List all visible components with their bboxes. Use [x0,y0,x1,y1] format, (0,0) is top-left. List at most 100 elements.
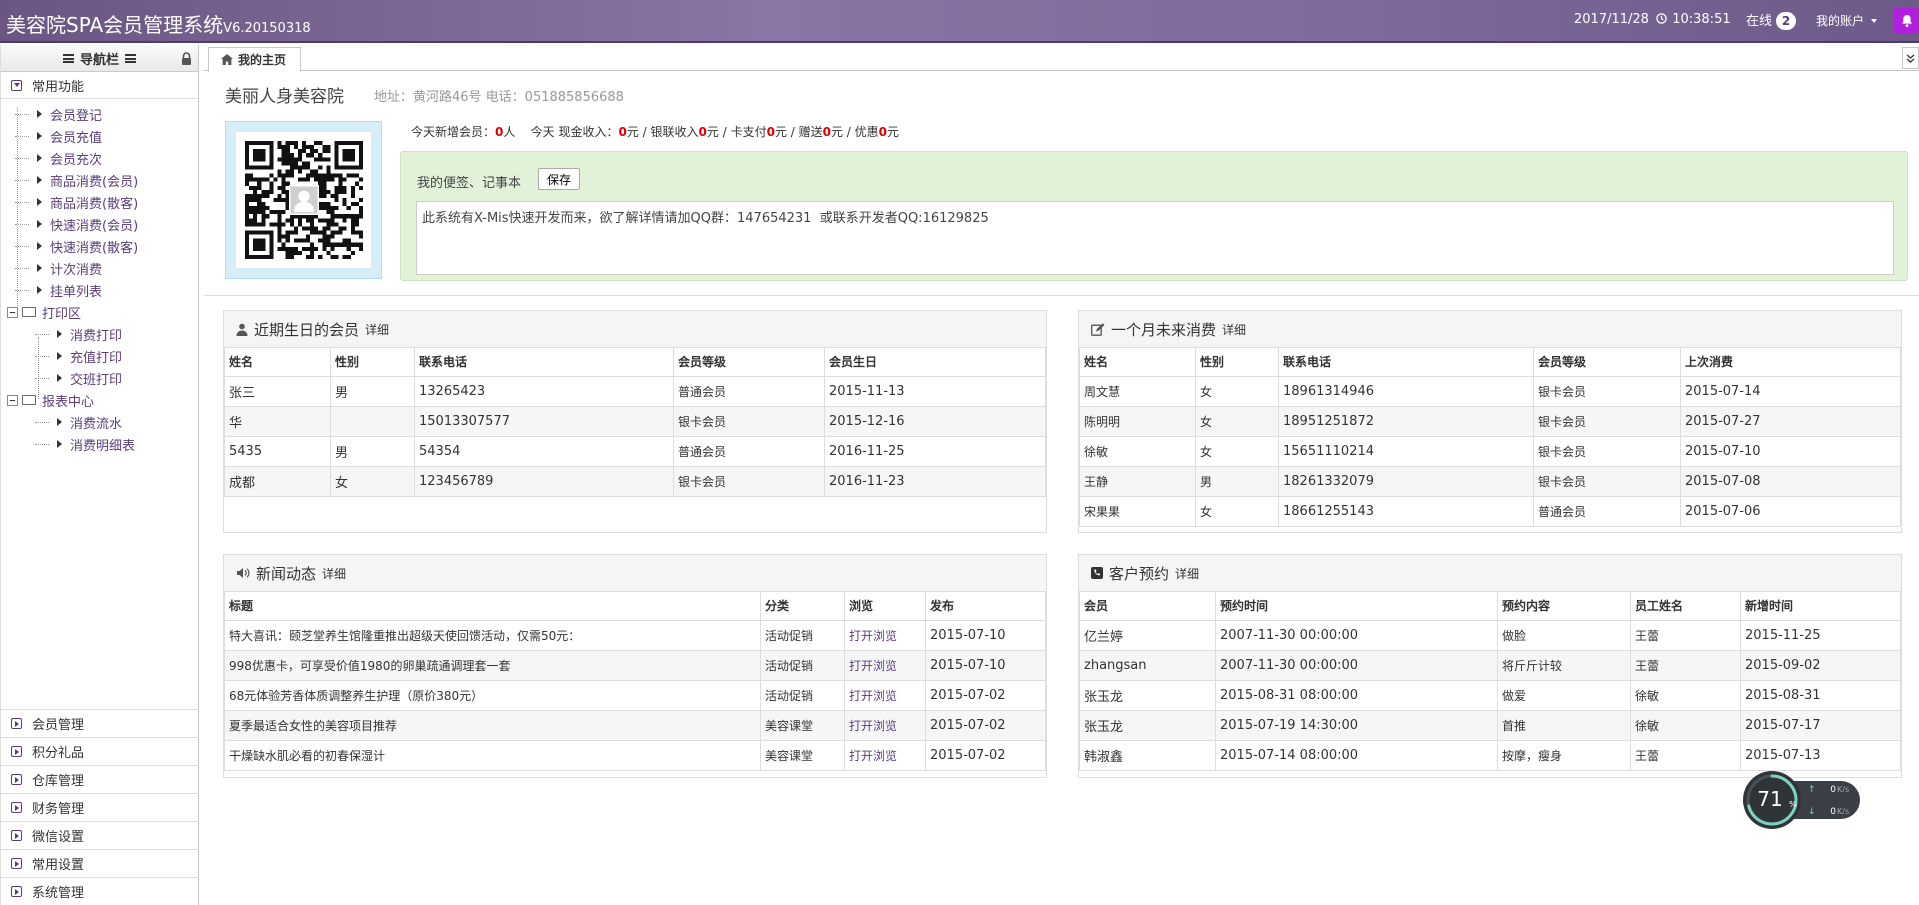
tab-collapse-button[interactable] [1902,47,1919,69]
cell-category: 活动促销 [760,679,845,711]
cell-date: 2015-07-02 [925,739,1046,771]
table-row[interactable]: 华 15013307577 银卡会员 2015-12-16 [224,405,1046,437]
sidebar-item-label: 商品消费(散客) [50,196,139,212]
panel-more-link[interactable]: 详细 [365,321,389,338]
section-points-gifts[interactable]: 积分礼品 [1,737,199,765]
panel-more-link[interactable]: 详细 [1222,321,1246,338]
column-header: 会员等级 [673,348,825,377]
section-common-settings[interactable]: 常用设置 [1,849,199,877]
cell-content: 首推 [1497,709,1631,741]
cell-level: 银卡会员 [673,405,825,437]
table-row[interactable]: 张玉龙 2015-08-31 08:00:00 做爱 徐敏 2015-08-31 [1079,679,1901,711]
sidebar-item-member-recharge-times[interactable]: 会员充次 [1,147,198,169]
memo-save-button[interactable]: 保存 [538,168,581,190]
column-header: 会员等级 [1533,348,1681,377]
online-status[interactable]: 在线 2 [1746,10,1797,30]
panel-title: 新闻动态 [256,564,317,583]
table-row[interactable]: 亿兰婷 2007-11-30 00:00:00 做脸 王蕾 2015-11-25 [1079,619,1901,651]
notification-button[interactable] [1894,7,1919,34]
table-row[interactable]: 特大喜讯：颐芝堂养生馆隆重推出超级天使回馈活动，仅需50元： 活动促销 打开浏览 20… [224,619,1046,651]
section-label: 仓库管理 [32,774,85,789]
section-finance[interactable]: 财务管理 [1,793,199,821]
open-news-link[interactable]: 打开浏览 [844,679,926,711]
table-row[interactable]: 5435 男 54354 普通会员 2016-11-25 [224,435,1046,467]
table-row[interactable]: 张三男 13265423 普通会员 2015-11-13 [224,375,1046,407]
table-row[interactable]: 998优惠卡，可享受价值1980的卵巢疏通调理套一套 活动促销 打开浏览 2015-0… [224,649,1046,681]
sidebar-item-quick-consume-member[interactable]: 快速消费(会员) [1,213,198,235]
sidebar-folder-reports[interactable]: 报表中心 [1,389,198,411]
sidebar-item-pending-list[interactable]: 挂单列表 [1,279,198,301]
section-label: 微信设置 [32,830,85,845]
table-header-row: 姓名 性别 联系电话 会员等级 会员生日 [224,348,1046,377]
sidebar-item-goods-consume-guest[interactable]: 商品消费(散客) [1,191,198,213]
section-system[interactable]: 系统管理 [1,877,199,905]
section-member-management[interactable]: 会员管理 [1,709,199,737]
sidebar-item-consume-flow[interactable]: 消费流水 [1,411,198,433]
lock-icon[interactable] [181,52,192,65]
cell-member: 亿兰婷 [1079,619,1216,651]
account-menu[interactable]: 我的账户 [1816,12,1877,29]
sidebar-item-shift-print[interactable]: 交班打印 [1,367,198,389]
caret-right-icon [57,418,62,426]
column-header: 性别 [330,348,415,377]
sidebar-item-goods-consume-member[interactable]: 商品消费(会员) [1,169,198,191]
stat-discount: 0 [878,125,888,139]
cell-level: 银卡会员 [1533,465,1681,497]
sidebar-item-count-consume[interactable]: 计次消费 [1,257,198,279]
open-news-link[interactable]: 打开浏览 [844,739,926,771]
sidebar-item-recharge-print[interactable]: 充值打印 [1,345,198,367]
section-label: 财务管理 [32,802,85,817]
stat-gift: 0 [822,125,831,139]
table-row[interactable]: 宋果果女 18661255143 普通会员 2015-07-06 [1079,495,1901,527]
table-row[interactable]: 韩淑鑫 2015-07-14 08:00:00 按摩，瘦身 王蕾 2015-07-13 [1079,739,1901,771]
sidebar-item-consume-detail[interactable]: 消费明细表 [1,433,198,455]
cell-level: 银卡会员 [1533,375,1681,407]
double-chevron-down-icon [1906,54,1915,63]
table-row[interactable]: zhangsan 2007-11-30 00:00:00 将斤斤计较 王蕾 2015-0… [1079,649,1901,681]
download-speed: 0 [1830,807,1836,817]
sidebar-item-member-register[interactable]: 会员登记 [1,103,198,125]
panel-more-link[interactable]: 详细 [322,565,346,582]
sidebar-item-member-recharge[interactable]: 会员充值 [1,125,198,147]
qr-code-graphic [244,141,363,259]
sidebar-item-consume-print[interactable]: 消费打印 [1,323,198,345]
table-row[interactable]: 陈明明女 18951251872 银卡会员 2015-07-27 [1079,405,1901,437]
app-title: 美容院SPA会员管理系统V6.20150318 [6,9,311,38]
open-news-link[interactable]: 打开浏览 [844,619,926,651]
qr-code-panel [225,121,382,279]
section-common-functions[interactable]: 常用功能 [1,72,198,99]
table-row[interactable]: 周文慧女 18961314946 银卡会员 2015-07-14 [1079,375,1901,407]
table-row[interactable]: 徐敏女 15651110214 银卡会员 2015-07-10 [1079,435,1901,467]
cell-date: 2016-11-23 [824,465,1046,497]
open-news-link[interactable]: 打开浏览 [844,709,926,741]
memo-textarea[interactable]: 此系统有X-Mis快速开发而来，欲了解详情请加QQ群：147654231 或联系… [416,201,1894,275]
section-warehouse[interactable]: 仓库管理 [1,765,199,793]
download-unit: K/s [1837,807,1849,816]
table-row[interactable]: 夏季最适合女性的美容项目推荐 美容课堂 打开浏览 2015-07-02 [224,709,1046,741]
cell-staff: 徐敏 [1630,709,1741,741]
panel-more-link[interactable]: 详细 [1175,565,1199,582]
column-header: 联系电话 [414,348,674,377]
cell-name: 王静 [1079,465,1196,497]
table-row[interactable]: 干燥缺水肌必看的初春保湿计 美容课堂 打开浏览 2015-07-02 [224,739,1046,771]
table-row[interactable]: 王静男 18261332079 银卡会员 2015-07-08 [1079,465,1901,497]
edit-icon [1091,322,1105,336]
stat-card: 0 [766,125,775,139]
top-header: 美容院SPA会员管理系统V6.20150318 2017/11/28 10:38… [0,0,1919,43]
cell-date: 2015-07-02 [925,679,1046,711]
table-row[interactable]: 成都女 123456789 银卡会员 2016-11-23 [224,465,1046,497]
open-news-link[interactable]: 打开浏览 [844,649,926,681]
cell-booking-time: 2007-11-30 00:00:00 [1215,649,1498,681]
percent-unit: % [1789,800,1797,809]
expand-square-icon [11,802,22,813]
network-speed-widget[interactable]: 71 % ↑ ↓ 0 K/s 0 K/s [1742,770,1862,830]
section-wechat[interactable]: 微信设置 [1,821,199,849]
sidebar-item-quick-consume-guest[interactable]: 快速消费(散客) [1,235,198,257]
user-icon [236,323,248,336]
cell-phone: 18961314946 [1278,375,1534,407]
tab-home[interactable]: 我的主页 [208,47,302,72]
sidebar-folder-print[interactable]: 打印区 [1,301,198,323]
table-row[interactable]: 68元体验芳香体质调整养生护理（原价380元） 活动促销 打开浏览 2015-07-0… [224,679,1046,711]
table-row[interactable]: 张玉龙 2015-07-19 14:30:00 首推 徐敏 2015-07-17 [1079,709,1901,741]
panel-header: 新闻动态 详细 [224,555,1046,592]
